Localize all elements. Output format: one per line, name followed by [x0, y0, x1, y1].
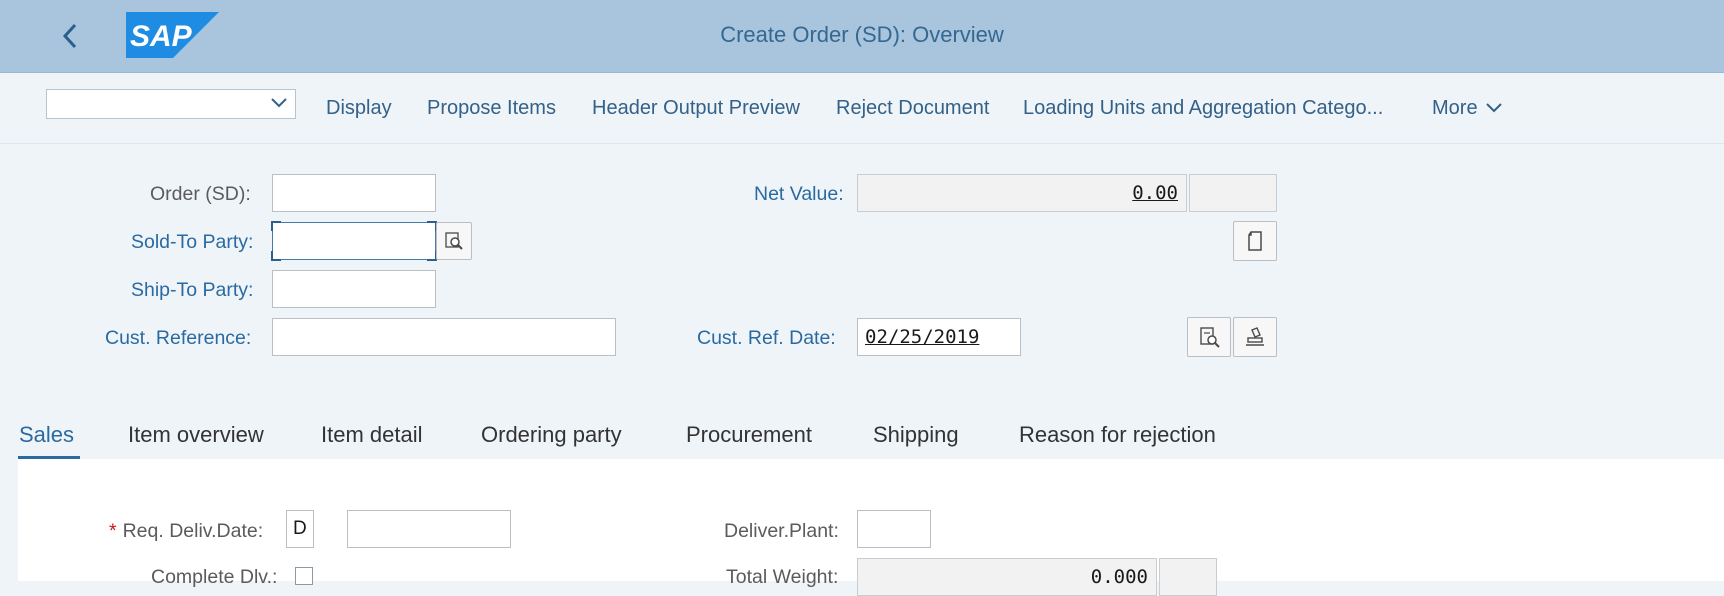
svg-text:SAP: SAP	[130, 20, 193, 53]
value-help-icon	[445, 232, 463, 250]
cust-ref-date-label: Cust. Ref. Date:	[697, 327, 836, 349]
ship-to-party-input[interactable]	[272, 270, 436, 308]
sold-to-party-label: Sold-To Party:	[131, 231, 254, 253]
header-output-preview-button[interactable]: Header Output Preview	[592, 97, 800, 120]
net-value-field: 0.00	[857, 174, 1187, 212]
chevron-down-icon	[1486, 103, 1502, 113]
req-deliv-date-label: * Req. Deliv.Date:	[109, 520, 264, 542]
display-document-flow-button[interactable]	[1187, 317, 1231, 357]
req-deliv-date-format-input[interactable]: D	[286, 510, 314, 548]
total-weight-label: Total Weight:	[726, 566, 839, 588]
order-label: Order (SD):	[150, 183, 251, 205]
deliver-plant-input[interactable]	[857, 510, 931, 548]
tab-reason-for-rejection[interactable]: Reason for rejection	[1019, 422, 1216, 448]
sap-logo: SAP	[126, 12, 219, 58]
cust-reference-input[interactable]	[272, 318, 616, 356]
chevron-down-icon	[271, 98, 287, 108]
document-search-icon	[1200, 327, 1220, 348]
sales-tab-panel: * Req. Deliv.Date: D Deliver.Plant: Compl…	[18, 459, 1724, 596]
cust-reference-label: Cust. Reference:	[105, 327, 252, 349]
more-button[interactable]: More	[1432, 97, 1503, 120]
complete-dlv-checkbox[interactable]	[295, 567, 313, 585]
req-deliv-date-input[interactable]	[347, 510, 511, 548]
page-title: Create Order (SD): Overview	[720, 22, 1004, 47]
eraser-icon	[1246, 327, 1264, 346]
tab-shipping[interactable]: Shipping	[873, 422, 959, 448]
tab-sales[interactable]: Sales	[19, 422, 74, 448]
tab-item-overview[interactable]: Item overview	[128, 422, 264, 448]
total-weight-field: 0.000	[857, 558, 1157, 596]
display-button[interactable]: Display	[326, 97, 392, 120]
document-icon	[1248, 231, 1262, 251]
tab-procurement[interactable]: Procurement	[686, 422, 812, 448]
command-dropdown[interactable]	[46, 89, 296, 119]
reject-document-button[interactable]: Reject Document	[836, 97, 989, 120]
deliver-plant-label: Deliver.Plant:	[724, 520, 839, 542]
complete-dlv-label: Complete Dlv.:	[151, 566, 278, 588]
currency-field	[1189, 174, 1277, 212]
loading-units-button[interactable]: Loading Units and Aggregation Catego...	[1023, 97, 1383, 120]
tab-strip: Sales Item overview Item detail Ordering…	[18, 412, 1724, 460]
back-button[interactable]	[55, 18, 85, 54]
tab-item-detail[interactable]: Item detail	[321, 422, 423, 448]
net-value-label: Net Value:	[754, 183, 844, 205]
ship-to-party-label: Ship-To Party:	[131, 279, 254, 301]
value-help-button[interactable]	[436, 222, 472, 260]
propose-items-button[interactable]: Propose Items	[427, 97, 556, 120]
cust-ref-date-input[interactable]: 02/25/2019	[857, 318, 1021, 356]
required-indicator: *	[109, 520, 117, 542]
tab-ordering-party[interactable]: Ordering party	[481, 422, 622, 448]
status-overview-button[interactable]	[1233, 317, 1277, 357]
chevron-left-icon	[62, 23, 77, 49]
sold-to-party-input[interactable]	[271, 221, 437, 261]
more-label: More	[1432, 97, 1478, 119]
application-toolbar: Display Propose Items Header Output Prev…	[0, 73, 1724, 144]
document-button[interactable]	[1233, 221, 1277, 261]
shell-bar: SAP Create Order (SD): Overview	[0, 0, 1724, 73]
order-input[interactable]	[272, 174, 436, 212]
weight-unit-field	[1159, 558, 1217, 596]
